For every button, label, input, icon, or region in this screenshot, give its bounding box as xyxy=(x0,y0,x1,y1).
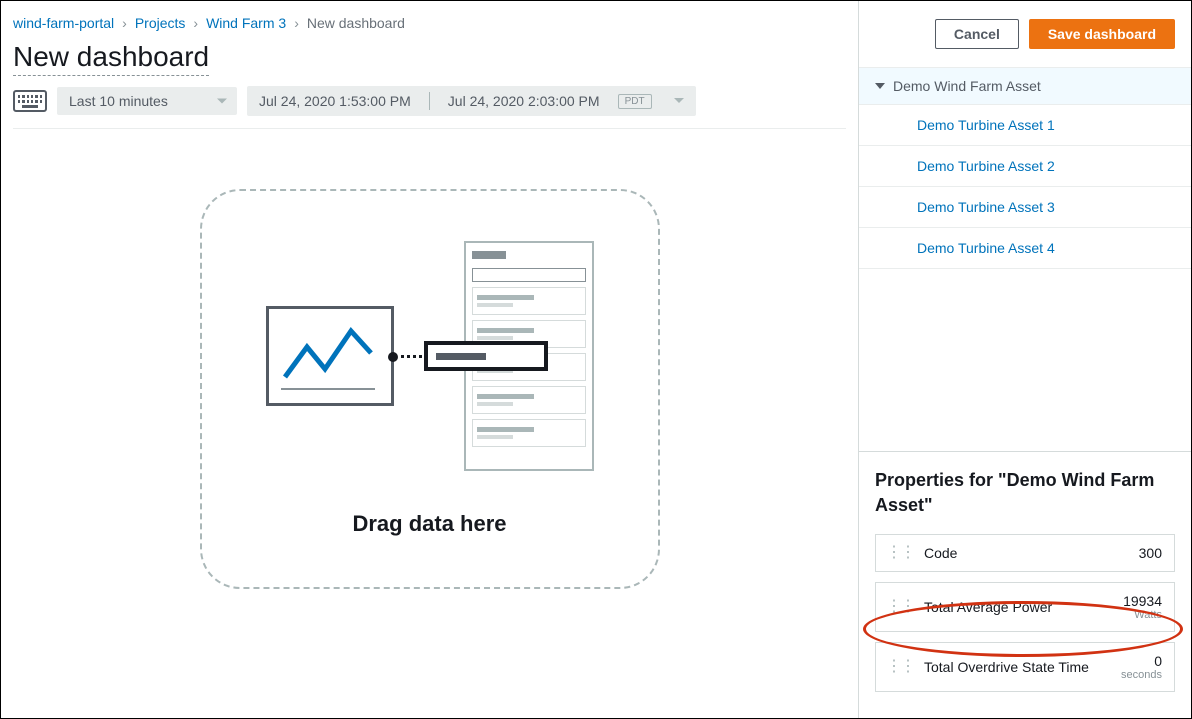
property-name: Code xyxy=(924,545,1129,561)
timezone-badge: PDT xyxy=(618,94,652,109)
time-range-picker[interactable]: Jul 24, 2020 1:53:00 PM Jul 24, 2020 2:0… xyxy=(247,86,696,116)
properties-title: Properties for "Demo Wind Farm Asset" xyxy=(875,468,1175,518)
asset-tree-root[interactable]: Demo Wind Farm Asset xyxy=(859,68,1191,105)
drag-handle-icon[interactable]: ⋮⋮ xyxy=(886,550,914,556)
chevron-right-icon: › xyxy=(193,15,198,31)
divider xyxy=(13,128,846,129)
property-value: 19934 xyxy=(1123,593,1162,609)
asset-tree: Demo Wind Farm Asset Demo Turbine Asset … xyxy=(859,68,1191,269)
keyboard-icon[interactable] xyxy=(13,90,47,112)
drag-handle-icon[interactable]: ⋮⋮ xyxy=(886,664,914,670)
page-title[interactable]: New dashboard xyxy=(13,41,209,76)
chevron-right-icon: › xyxy=(294,15,299,31)
dropzone-text: Drag data here xyxy=(352,511,506,537)
time-range-label: Last 10 minutes xyxy=(69,93,168,109)
drag-handle-icon[interactable]: ⋮⋮ xyxy=(886,604,914,610)
chart-placeholder-icon xyxy=(266,306,394,406)
property-item-total-overdrive-state-time[interactable]: ⋮⋮ Total Overdrive State Time 0 seconds xyxy=(875,642,1175,692)
time-start: Jul 24, 2020 1:53:00 PM xyxy=(259,93,411,109)
asset-root-label: Demo Wind Farm Asset xyxy=(893,78,1041,94)
asset-tree-item[interactable]: Demo Turbine Asset 3 xyxy=(859,187,1191,228)
time-controls: Last 10 minutes Jul 24, 2020 1:53:00 PM … xyxy=(13,86,846,116)
caret-down-icon xyxy=(875,83,885,89)
breadcrumb-current: New dashboard xyxy=(307,15,405,31)
properties-panel: Properties for "Demo Wind Farm Asset" ⋮⋮… xyxy=(859,451,1191,718)
breadcrumb-portal[interactable]: wind-farm-portal xyxy=(13,15,114,31)
dashboard-dropzone[interactable]: Drag data here xyxy=(200,189,660,589)
time-end: Jul 24, 2020 2:03:00 PM xyxy=(448,93,600,109)
asset-tree-item[interactable]: Demo Turbine Asset 4 xyxy=(859,228,1191,269)
dragged-item-icon xyxy=(424,341,548,371)
property-item-total-average-power[interactable]: ⋮⋮ Total Average Power 19934 Watts xyxy=(875,582,1175,632)
property-unit: seconds xyxy=(1121,669,1162,681)
property-value: 300 xyxy=(1139,545,1162,561)
property-name: Total Overdrive State Time xyxy=(924,659,1111,675)
asset-tree-item[interactable]: Demo Turbine Asset 2 xyxy=(859,146,1191,187)
property-value: 0 xyxy=(1121,653,1162,669)
breadcrumb: wind-farm-portal › Projects › Wind Farm … xyxy=(13,11,846,41)
drop-illustration xyxy=(266,241,594,471)
time-range-dropdown[interactable]: Last 10 minutes xyxy=(57,87,237,115)
property-unit: Watts xyxy=(1123,609,1162,621)
cancel-button[interactable]: Cancel xyxy=(935,19,1019,49)
breadcrumb-projects[interactable]: Projects xyxy=(135,15,186,31)
save-dashboard-button[interactable]: Save dashboard xyxy=(1029,19,1175,49)
chevron-down-icon xyxy=(670,96,684,106)
breadcrumb-project[interactable]: Wind Farm 3 xyxy=(206,15,286,31)
action-bar: Cancel Save dashboard xyxy=(859,1,1191,68)
chevron-right-icon: › xyxy=(122,15,127,31)
property-item-code[interactable]: ⋮⋮ Code 300 xyxy=(875,534,1175,572)
property-name: Total Average Power xyxy=(924,599,1113,615)
asset-tree-item[interactable]: Demo Turbine Asset 1 xyxy=(859,105,1191,146)
